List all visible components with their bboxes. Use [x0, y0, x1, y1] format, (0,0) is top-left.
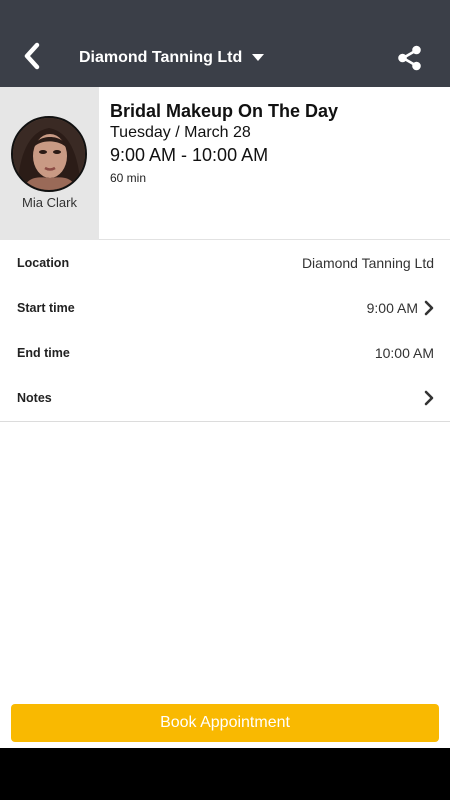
staff-panel: Mia Clark: [0, 87, 99, 240]
appointment-time: 9:00 AM - 10:00 AM: [110, 145, 269, 165]
appointment-info: Bridal Makeup On The Day Tuesday / March…: [110, 100, 440, 188]
avatar-portrait: [13, 118, 85, 190]
system-navigation-bar: [0, 748, 450, 800]
location-label: Location: [17, 255, 70, 270]
book-appointment-button[interactable]: Book Appointment: [11, 704, 439, 742]
caret-down-icon: [252, 54, 265, 61]
start-time-label: Start time: [17, 300, 75, 315]
appointment-summary: Mia Clark Bridal Makeup On The Day Tuesd…: [0, 87, 450, 240]
location-value: Diamond Tanning Ltd: [301, 254, 434, 271]
chevron-left-icon: [24, 42, 40, 70]
end-time-row: End time 10:00 AM: [0, 330, 450, 375]
start-time-row[interactable]: Start time 9:00 AM: [0, 285, 450, 330]
back-button[interactable]: [14, 38, 50, 74]
location-row: Location Diamond Tanning Ltd: [0, 240, 450, 285]
end-time-value: 10:00 AM: [374, 344, 434, 361]
avatar: [11, 116, 87, 192]
notes-label: Notes: [17, 390, 52, 405]
appointment-details: Location Diamond Tanning Ltd Start time …: [0, 240, 450, 422]
end-time-label: End time: [17, 345, 70, 360]
appointment-duration: 60 min: [110, 171, 147, 185]
appointment-date: Tuesday / March 28: [110, 124, 251, 141]
start-time-value: 9:00 AM: [366, 299, 418, 316]
business-title: Diamond Tanning Ltd: [79, 49, 243, 66]
chevron-right-icon: [424, 300, 434, 315]
share-button[interactable]: [392, 40, 428, 76]
share-icon: [398, 45, 421, 71]
chevron-right-icon: [424, 390, 434, 405]
staff-name: Mia Clark: [22, 195, 77, 210]
top-app-bar: Diamond Tanning Ltd: [0, 0, 450, 87]
notes-row[interactable]: Notes: [0, 375, 450, 420]
appointment-title: Bridal Makeup On The Day: [110, 101, 339, 121]
business-selector[interactable]: Diamond Tanning Ltd: [79, 45, 265, 71]
